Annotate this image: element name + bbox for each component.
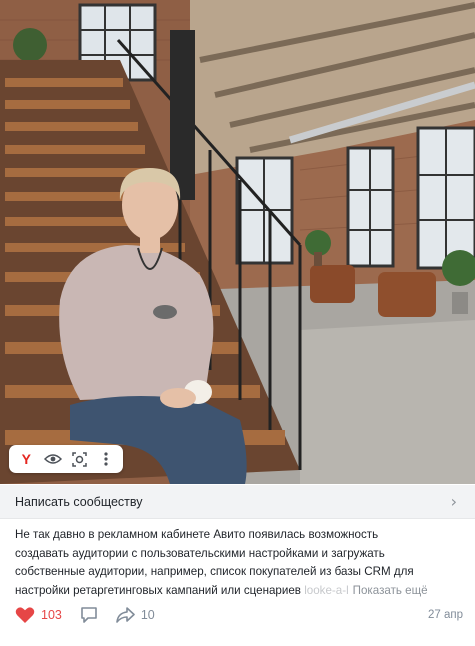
yandex-logo-letter: Y — [21, 451, 31, 467]
show-more-link[interactable]: Показать ещё — [353, 584, 428, 597]
write-to-community-button[interactable]: Написать сообществу › — [0, 485, 475, 519]
post-photo[interactable]: Y — [0, 0, 475, 484]
yandex-logo-icon[interactable]: Y — [15, 448, 37, 470]
community-bar-label: Написать сообществу — [15, 494, 143, 509]
post-text-line: создавать аудитории с пользовательскими … — [15, 546, 385, 560]
heart-icon — [15, 607, 35, 623]
eye-icon[interactable] — [42, 448, 64, 470]
share-icon — [116, 607, 135, 623]
post-text-line: Не так давно в рекламном кабинете Авито … — [15, 528, 379, 541]
post-text-faded-tail: looke-a-l — [304, 583, 349, 597]
like-count: 103 — [41, 608, 62, 622]
post-text: Не так давно в рекламном кабинете Авито … — [15, 526, 463, 600]
more-vertical-icon[interactable] — [95, 448, 117, 470]
comment-button[interactable] — [80, 606, 98, 624]
lens-search-icon[interactable] — [68, 448, 90, 470]
post-text-line: собственные аудитории, например, список … — [15, 565, 414, 578]
post-text-last-line: настройки ретаргетинговых кампаний или с… — [15, 582, 463, 601]
share-button[interactable]: 10 — [116, 607, 155, 623]
chevron-right-icon: › — [450, 491, 457, 511]
post-actions: 103 10 27 апр — [15, 603, 463, 627]
like-button[interactable]: 103 — [15, 606, 62, 624]
comment-icon — [81, 607, 97, 623]
image-toolbar: Y — [9, 445, 123, 473]
share-count: 10 — [140, 608, 155, 622]
post-text-line: настройки ретаргетинговых кампаний или с… — [15, 583, 305, 597]
post-date: 27 апр — [427, 609, 463, 621]
